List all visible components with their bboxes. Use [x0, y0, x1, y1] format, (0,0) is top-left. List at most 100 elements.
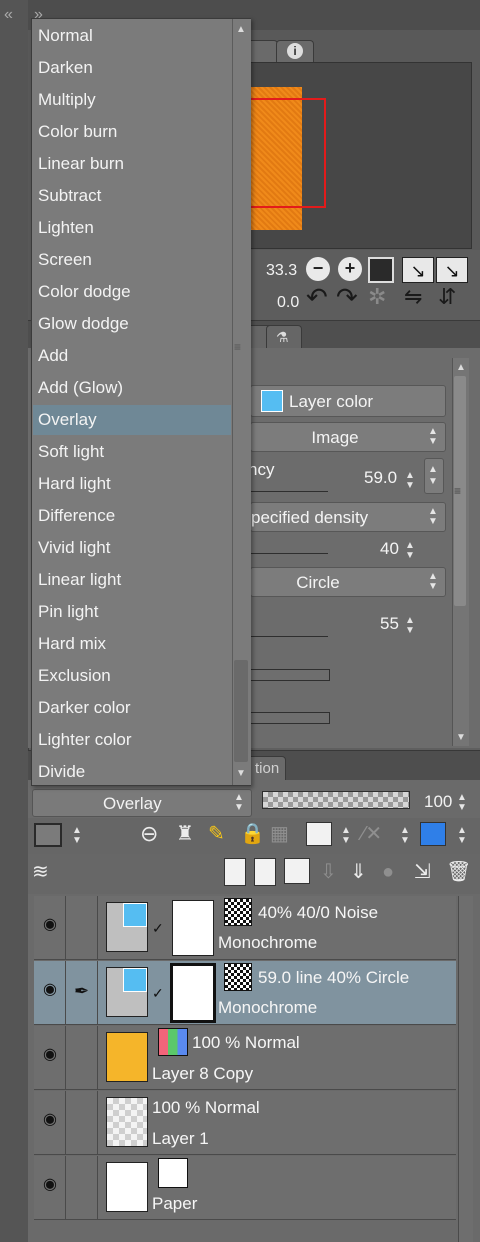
- blend-option[interactable]: Vivid light: [33, 533, 231, 563]
- tab-info[interactable]: i: [276, 40, 314, 63]
- edit-target-cell[interactable]: [66, 1091, 98, 1155]
- blend-option[interactable]: Add (Glow): [33, 373, 231, 403]
- layer-row[interactable]: ◉ Paper: [34, 1156, 456, 1220]
- blend-option[interactable]: Darken: [33, 53, 231, 83]
- layer-row[interactable]: ◉ 100 % Normal Layer 8 Copy: [34, 1026, 456, 1090]
- layer-opacity-value[interactable]: 100: [424, 792, 452, 812]
- dropdown-scroll-up-icon[interactable]: ▲: [232, 24, 250, 35]
- opacity-spinner[interactable]: ▲ ▼: [404, 471, 416, 491]
- draft-layer-icon[interactable]: ✎: [208, 822, 225, 846]
- zoom-in-icon[interactable]: +: [338, 257, 362, 281]
- blend-option[interactable]: Pin light: [33, 597, 231, 627]
- lock-transparent-icon[interactable]: ▦: [270, 822, 289, 846]
- eye-icon[interactable]: ◉: [40, 1047, 60, 1063]
- palette-arrows-icon[interactable]: ▲ ▼: [456, 826, 468, 846]
- layer-color-arrows-icon[interactable]: ▲ ▼: [71, 826, 83, 846]
- mask-enable-icon[interactable]: [306, 822, 332, 846]
- dot-shape-select[interactable]: Circle ▲ ▼: [250, 567, 446, 597]
- rotate-left-icon[interactable]: ↶: [306, 282, 328, 313]
- flip-vertical-icon[interactable]: ⇵: [438, 284, 456, 310]
- angle-value[interactable]: 55: [380, 614, 399, 634]
- layer-row[interactable]: ◉ 100 % Normal Layer 1: [34, 1091, 456, 1155]
- expression-color-select[interactable]: Image ▲ ▼: [250, 422, 446, 452]
- delete-layer-icon[interactable]: 🗑: [446, 860, 471, 884]
- new-vector-layer-icon[interactable]: [254, 858, 276, 886]
- create-mask-icon[interactable]: ●: [382, 860, 394, 884]
- blend-option-selected[interactable]: Overlay: [33, 405, 231, 435]
- blend-option[interactable]: Difference: [33, 501, 231, 531]
- edit-target-cell[interactable]: [66, 1026, 98, 1090]
- visibility-cell[interactable]: ◉: [34, 1156, 66, 1220]
- layer-row-selected[interactable]: ◉ ✒ ✓ 59.0 line 40% Circle Monochrome: [34, 961, 456, 1025]
- visibility-cell[interactable]: ◉: [34, 1091, 66, 1155]
- palette-color-icon[interactable]: [420, 822, 446, 846]
- clip-layer-icon[interactable]: ⊖: [140, 822, 158, 846]
- blend-option[interactable]: Color burn: [33, 117, 231, 147]
- blend-option[interactable]: Glow dodge: [33, 309, 231, 339]
- scroll-down-icon[interactable]: ▼: [452, 732, 470, 743]
- visibility-cell[interactable]: ◉: [34, 961, 66, 1025]
- edit-target-cell[interactable]: [66, 896, 98, 960]
- empty-slider-1[interactable]: [250, 669, 330, 681]
- blend-option[interactable]: Linear burn: [33, 149, 231, 179]
- eye-icon[interactable]: ◉: [40, 1112, 60, 1128]
- layer-row[interactable]: ◉ ✓ 40% 40/0 Noise Monochrome: [34, 896, 456, 960]
- tab-sub-tool-detail[interactable]: ⚗: [266, 325, 302, 349]
- layer-scrollbar[interactable]: [458, 896, 473, 1242]
- blend-option[interactable]: Lighter color: [33, 725, 231, 755]
- flip-horizontal-icon[interactable]: ⇋: [404, 284, 422, 310]
- dropdown-scroll-down-icon[interactable]: ▼: [232, 768, 250, 779]
- dock-collapse-strip[interactable]: «: [0, 0, 29, 1242]
- edit-target-cell[interactable]: [66, 1156, 98, 1220]
- reset-rotation-icon[interactable]: ✲: [368, 284, 386, 310]
- apply-mask-icon[interactable]: ⇲: [414, 860, 431, 884]
- merge-down-icon[interactable]: ⇓: [350, 860, 367, 884]
- blend-option[interactable]: Subtract: [33, 181, 231, 211]
- blend-option[interactable]: Screen: [33, 245, 231, 275]
- eye-icon[interactable]: ◉: [40, 982, 60, 998]
- blend-option[interactable]: Lighten: [33, 213, 231, 243]
- angle-spinner[interactable]: ▲ ▼: [404, 616, 416, 636]
- opacity-value[interactable]: 59.0: [364, 468, 397, 488]
- blend-option[interactable]: Exclusion: [33, 661, 231, 691]
- ruler-icon[interactable]: ⁄✕: [362, 822, 382, 846]
- blend-option[interactable]: Hard light: [33, 469, 231, 499]
- blend-mode-select[interactable]: Overlay ▲ ▼: [32, 789, 252, 817]
- layer-opacity-spinner[interactable]: ▲ ▼: [456, 793, 468, 813]
- blend-option[interactable]: Color dodge: [33, 277, 231, 307]
- layer-color-box-icon[interactable]: [34, 823, 62, 847]
- transfer-down-icon[interactable]: ⇩: [320, 860, 337, 884]
- collapse-chevron-icon[interactable]: «: [4, 6, 13, 24]
- opacity-step-button[interactable]: ▲ ▼: [424, 458, 444, 494]
- blend-option[interactable]: Add: [33, 341, 231, 371]
- dropdown-scroll-thumb[interactable]: [234, 660, 248, 762]
- visibility-cell[interactable]: ◉: [34, 1026, 66, 1090]
- visibility-cell[interactable]: ◉: [34, 896, 66, 960]
- eye-icon[interactable]: ◉: [40, 917, 60, 933]
- panel-grip-icon[interactable]: ≡: [454, 484, 461, 498]
- empty-slider-2[interactable]: [250, 712, 330, 724]
- fit-to-window-icon[interactable]: [368, 257, 394, 283]
- layer-stack-icon[interactable]: ≋: [32, 860, 49, 884]
- eye-icon[interactable]: ◉: [40, 1177, 60, 1193]
- blend-option[interactable]: Soft light: [33, 437, 231, 467]
- mask-thumbnail[interactable]: [170, 963, 216, 1023]
- blend-option[interactable]: Hard mix: [33, 629, 231, 659]
- blend-option[interactable]: Darker color: [33, 693, 231, 723]
- angle-slider[interactable]: [250, 636, 328, 637]
- mask-thumbnail[interactable]: [172, 900, 214, 956]
- blend-option[interactable]: Multiply: [33, 85, 231, 115]
- edit-target-cell[interactable]: ✒: [66, 961, 98, 1025]
- opacity-slider[interactable]: [250, 491, 328, 492]
- layer-opacity-slider[interactable]: [262, 791, 410, 809]
- new-folder-icon[interactable]: [284, 858, 310, 884]
- rotation-value[interactable]: 0.0: [277, 294, 299, 312]
- rotate-right-icon[interactable]: ↷: [336, 282, 358, 313]
- density-value[interactable]: 40: [380, 539, 399, 559]
- lock-layer-icon[interactable]: 🔒: [240, 822, 265, 846]
- layer-color-button[interactable]: Layer color: [250, 385, 446, 417]
- reference-layer-icon[interactable]: ♜: [176, 822, 194, 846]
- mask-arrows-icon[interactable]: ▲ ▼: [340, 826, 352, 846]
- blend-option[interactable]: Normal: [33, 21, 231, 51]
- scroll-up-icon[interactable]: ▲: [452, 362, 470, 373]
